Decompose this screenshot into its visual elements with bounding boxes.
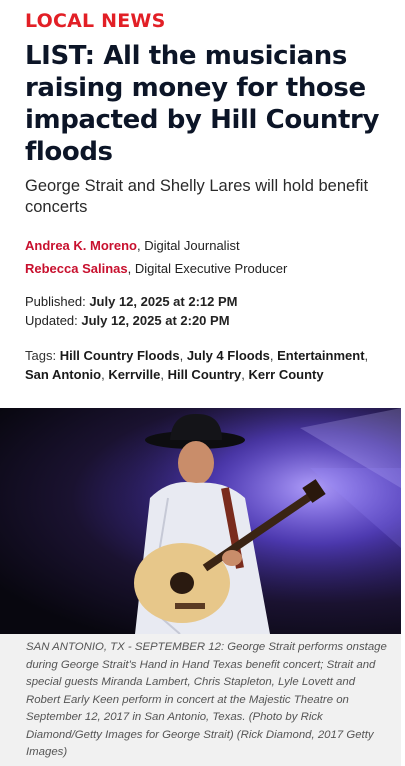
tag-link[interactable]: July 4 Floods	[187, 348, 270, 363]
published-label: Published:	[25, 294, 90, 309]
tag-link[interactable]: Hill Country	[168, 367, 242, 382]
tag-link[interactable]: Kerr County	[249, 367, 324, 382]
subtitle: George Strait and Shelly Lares will hold…	[25, 177, 369, 216]
tags: Tags: Hill Country Floods, July 4 Floods…	[25, 348, 369, 382]
tag-link[interactable]: Hill Country Floods	[60, 348, 180, 363]
concert-photo[interactable]	[0, 408, 401, 634]
updated-date: Updated: July 12, 2025 at 2:20 PM	[25, 311, 237, 330]
published-date: Published: July 12, 2025 at 2:12 PM	[25, 292, 237, 311]
author-line: Andrea K. Moreno, Digital Journalist	[25, 238, 240, 253]
concert-photo-icon	[0, 408, 401, 634]
author-link[interactable]: Rebecca Salinas	[25, 261, 128, 276]
published-value: July 12, 2025 at 2:12 PM	[89, 294, 238, 309]
author-role: , Digital Journalist	[136, 238, 240, 253]
section-label[interactable]: LOCAL NEWS	[25, 10, 165, 32]
updated-label: Updated:	[25, 313, 82, 328]
tag-link[interactable]: Entertainment	[277, 348, 364, 363]
headline: LIST: All the musicians raising money fo…	[25, 41, 380, 167]
tags-label: Tags:	[25, 348, 60, 363]
dates: Published: July 12, 2025 at 2:12 PM Upda…	[25, 292, 237, 330]
author-role: , Digital Executive Producer	[127, 261, 288, 276]
photo-caption: SAN ANTONIO, TX - SEPTEMBER 12: George S…	[0, 634, 401, 766]
author-line: Rebecca Salinas, Digital Executive Produ…	[25, 261, 287, 276]
tag-link[interactable]: San Antonio	[25, 367, 101, 382]
article: LOCAL NEWS LIST: All the musicians raisi…	[0, 0, 405, 766]
tag-link[interactable]: Kerrville	[108, 367, 160, 382]
author-link[interactable]: Andrea K. Moreno	[25, 238, 137, 253]
updated-value: July 12, 2025 at 2:20 PM	[81, 313, 230, 328]
